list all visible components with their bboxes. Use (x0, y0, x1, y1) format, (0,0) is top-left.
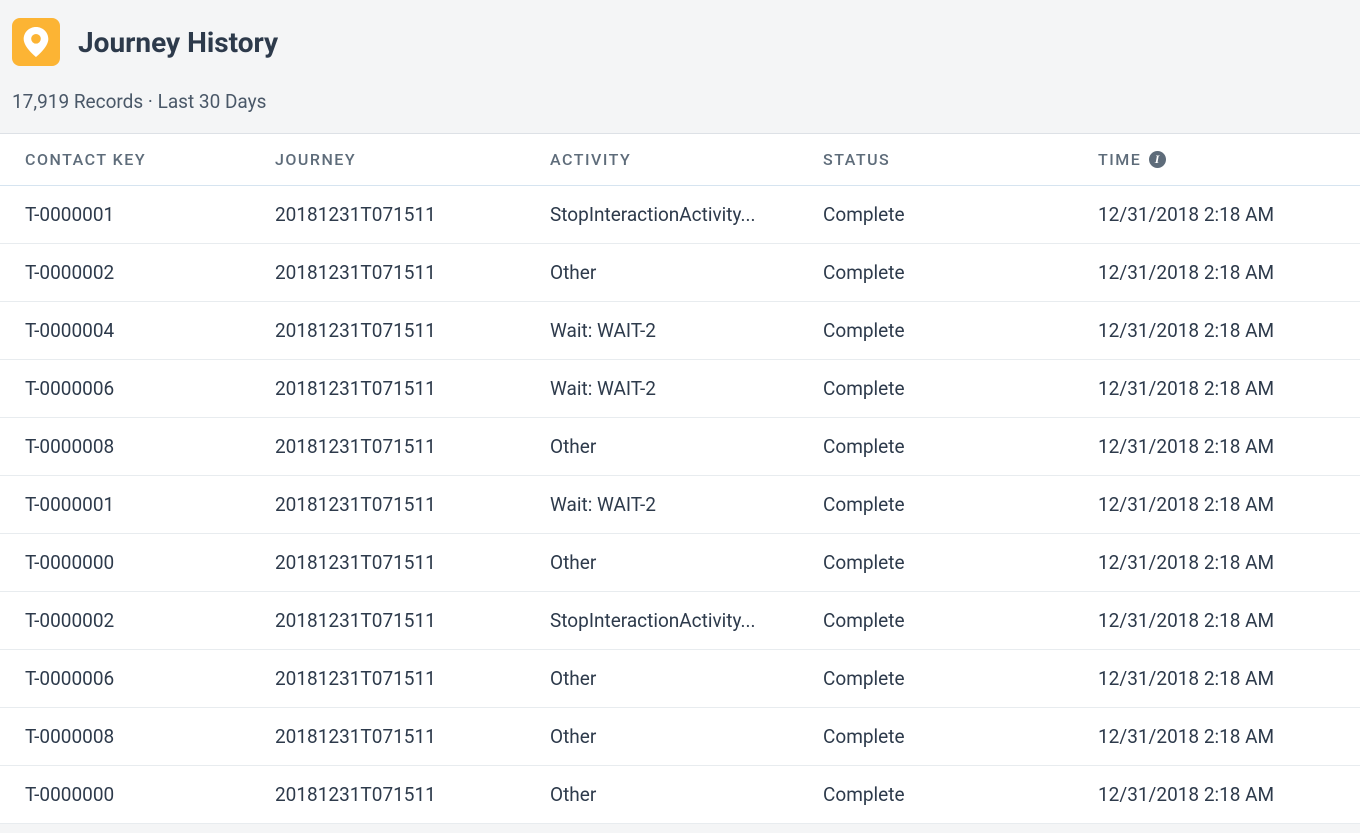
journey-history-icon (12, 18, 60, 66)
page-header: Journey History 17,919 Records · Last 30… (0, 0, 1360, 133)
cell-activity: Wait: WAIT-2 (550, 377, 823, 400)
table-body: T-000000120181231T071511StopInteractionA… (0, 186, 1360, 824)
cell-status: Complete (823, 435, 1098, 458)
table-row[interactable]: T-000000220181231T071511OtherComplete12/… (0, 244, 1360, 302)
cell-journey: 20181231T071511 (275, 261, 550, 284)
cell-journey: 20181231T071511 (275, 667, 550, 690)
table-row[interactable]: T-000000020181231T071511OtherComplete12/… (0, 766, 1360, 824)
table-header-row: CONTACT KEY JOURNEY ACTIVITY STATUS TIME… (0, 134, 1360, 186)
column-header-time-label: TIME (1098, 150, 1141, 169)
cell-contact-key: T-0000006 (0, 667, 275, 690)
cell-status: Complete (823, 203, 1098, 226)
cell-contact-key: T-0000000 (0, 783, 275, 806)
cell-time: 12/31/2018 2:18 AM (1098, 319, 1360, 342)
table-row[interactable]: T-000000220181231T071511StopInteractionA… (0, 592, 1360, 650)
cell-journey: 20181231T071511 (275, 377, 550, 400)
info-icon[interactable]: i (1149, 151, 1166, 168)
cell-activity: Other (550, 435, 823, 458)
cell-contact-key: T-0000008 (0, 725, 275, 748)
cell-status: Complete (823, 377, 1098, 400)
cell-contact-key: T-0000001 (0, 493, 275, 516)
page-title: Journey History (78, 26, 278, 59)
cell-time: 12/31/2018 2:18 AM (1098, 377, 1360, 400)
cell-time: 12/31/2018 2:18 AM (1098, 493, 1360, 516)
column-header-journey[interactable]: JOURNEY (275, 150, 550, 169)
cell-time: 12/31/2018 2:18 AM (1098, 203, 1360, 226)
table-row[interactable]: T-000000120181231T071511StopInteractionA… (0, 186, 1360, 244)
cell-journey: 20181231T071511 (275, 609, 550, 632)
cell-contact-key: T-0000001 (0, 203, 275, 226)
cell-time: 12/31/2018 2:18 AM (1098, 551, 1360, 574)
table-row[interactable]: T-000000020181231T071511OtherComplete12/… (0, 534, 1360, 592)
cell-activity: Other (550, 783, 823, 806)
cell-time: 12/31/2018 2:18 AM (1098, 783, 1360, 806)
cell-journey: 20181231T071511 (275, 725, 550, 748)
column-header-contact-key[interactable]: CONTACT KEY (0, 150, 275, 169)
cell-activity: Other (550, 551, 823, 574)
cell-journey: 20181231T071511 (275, 493, 550, 516)
cell-contact-key: T-0000004 (0, 319, 275, 342)
column-header-status[interactable]: STATUS (823, 150, 1098, 169)
cell-journey: 20181231T071511 (275, 203, 550, 226)
cell-status: Complete (823, 261, 1098, 284)
cell-status: Complete (823, 319, 1098, 342)
cell-activity: Wait: WAIT-2 (550, 493, 823, 516)
cell-status: Complete (823, 667, 1098, 690)
cell-status: Complete (823, 725, 1098, 748)
table-row[interactable]: T-000000620181231T071511Wait: WAIT-2Comp… (0, 360, 1360, 418)
cell-journey: 20181231T071511 (275, 319, 550, 342)
cell-activity: StopInteractionActivity... (550, 609, 823, 632)
period: Last 30 Days (158, 90, 267, 113)
map-pin-icon (23, 27, 49, 57)
cell-time: 12/31/2018 2:18 AM (1098, 261, 1360, 284)
cell-status: Complete (823, 609, 1098, 632)
cell-contact-key: T-0000008 (0, 435, 275, 458)
cell-status: Complete (823, 493, 1098, 516)
cell-contact-key: T-0000002 (0, 261, 275, 284)
column-header-activity[interactable]: ACTIVITY (550, 150, 823, 169)
record-summary: 17,919 Records · Last 30 Days (12, 90, 1348, 133)
title-row: Journey History (12, 18, 1348, 66)
cell-status: Complete (823, 551, 1098, 574)
table-row[interactable]: T-000000820181231T071511OtherComplete12/… (0, 708, 1360, 766)
journey-history-table: CONTACT KEY JOURNEY ACTIVITY STATUS TIME… (0, 133, 1360, 824)
cell-activity: Other (550, 261, 823, 284)
cell-journey: 20181231T071511 (275, 783, 550, 806)
separator: · (143, 90, 157, 113)
cell-contact-key: T-0000002 (0, 609, 275, 632)
column-header-time[interactable]: TIME i (1098, 150, 1360, 169)
table-row[interactable]: T-000000420181231T071511Wait: WAIT-2Comp… (0, 302, 1360, 360)
cell-time: 12/31/2018 2:18 AM (1098, 725, 1360, 748)
table-row[interactable]: T-000000820181231T071511OtherComplete12/… (0, 418, 1360, 476)
table-row[interactable]: T-000000620181231T071511OtherComplete12/… (0, 650, 1360, 708)
cell-journey: 20181231T071511 (275, 551, 550, 574)
cell-activity: StopInteractionActivity... (550, 203, 823, 226)
cell-contact-key: T-0000000 (0, 551, 275, 574)
cell-journey: 20181231T071511 (275, 435, 550, 458)
table-row[interactable]: T-000000120181231T071511Wait: WAIT-2Comp… (0, 476, 1360, 534)
record-count: 17,919 Records (12, 90, 143, 113)
cell-status: Complete (823, 783, 1098, 806)
cell-activity: Other (550, 667, 823, 690)
cell-contact-key: T-0000006 (0, 377, 275, 400)
cell-time: 12/31/2018 2:18 AM (1098, 609, 1360, 632)
cell-activity: Wait: WAIT-2 (550, 319, 823, 342)
cell-activity: Other (550, 725, 823, 748)
cell-time: 12/31/2018 2:18 AM (1098, 435, 1360, 458)
cell-time: 12/31/2018 2:18 AM (1098, 667, 1360, 690)
